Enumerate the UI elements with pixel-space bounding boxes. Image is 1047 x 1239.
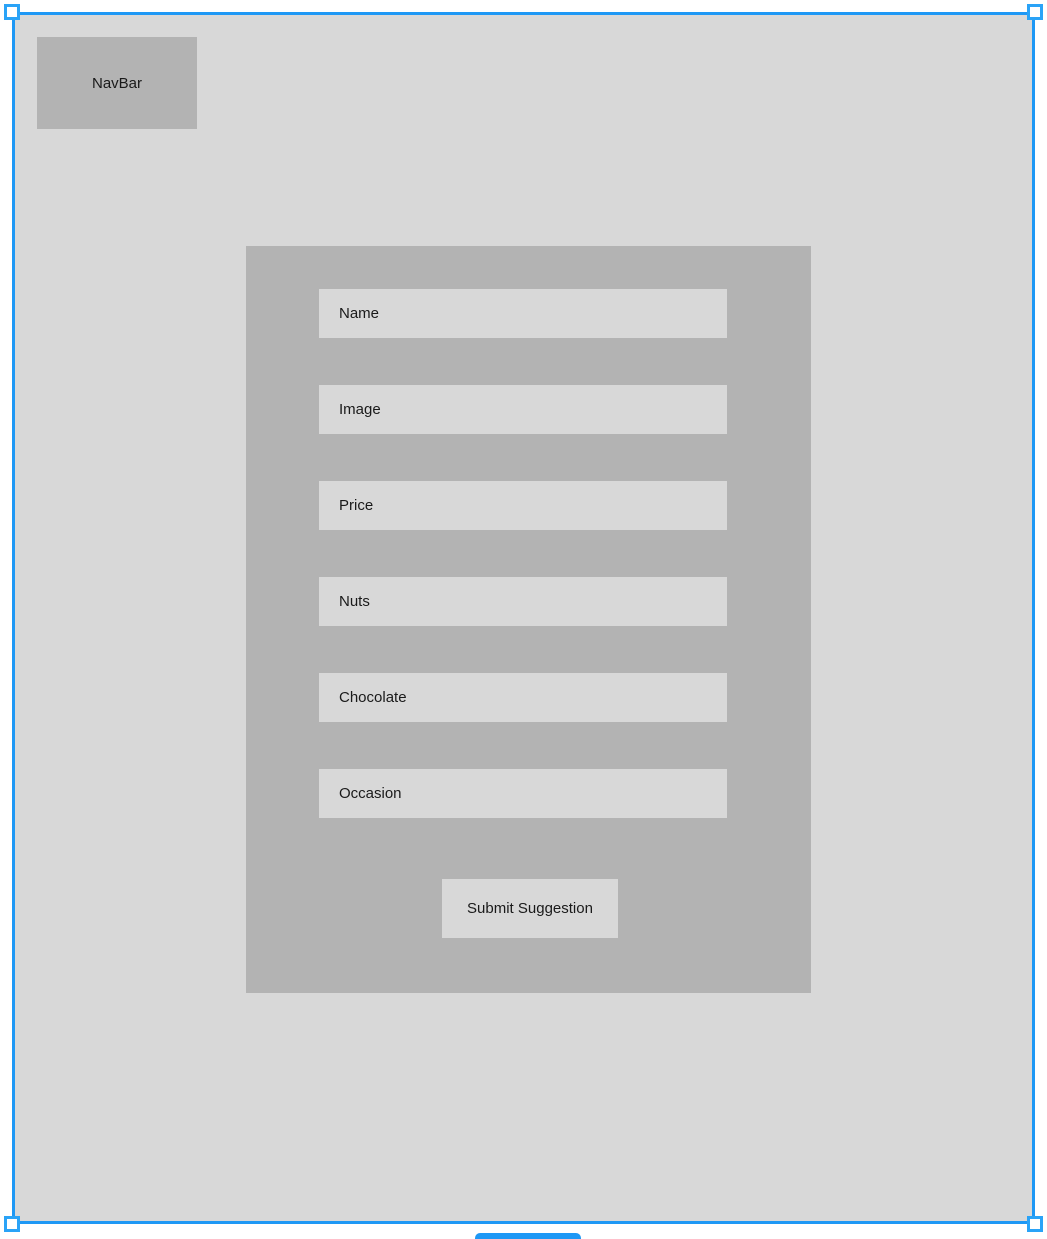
image-field[interactable]: Image bbox=[319, 385, 727, 434]
design-canvas: NavBar Name Image Price Nuts Chocolate O… bbox=[0, 0, 1047, 1239]
resize-handle-top-left[interactable] bbox=[4, 4, 20, 20]
submit-suggestion-button[interactable]: Submit Suggestion bbox=[442, 879, 618, 938]
resize-handle-bottom-left[interactable] bbox=[4, 1216, 20, 1232]
suggestion-form-card: Name Image Price Nuts Chocolate Occasion bbox=[246, 246, 811, 993]
image-field-label: Image bbox=[339, 401, 381, 418]
resize-handle-bottom-right[interactable] bbox=[1027, 1216, 1043, 1232]
navbar-label: NavBar bbox=[91, 74, 143, 92]
artboard-selection-frame[interactable]: NavBar Name Image Price Nuts Chocolate O… bbox=[12, 12, 1035, 1224]
name-field[interactable]: Name bbox=[319, 289, 727, 338]
price-field-label: Price bbox=[339, 497, 374, 514]
price-field[interactable]: Price bbox=[319, 481, 727, 530]
artboard-bottom-tab[interactable] bbox=[475, 1233, 581, 1239]
page-background: NavBar Name Image Price Nuts Chocolate O… bbox=[15, 15, 1032, 1221]
nuts-field[interactable]: Nuts bbox=[319, 577, 727, 626]
nuts-field-label: Nuts bbox=[339, 593, 370, 610]
chocolate-field[interactable]: Chocolate bbox=[319, 673, 727, 722]
occasion-field-label: Occasion bbox=[339, 785, 402, 802]
chocolate-field-label: Chocolate bbox=[339, 689, 407, 706]
occasion-field[interactable]: Occasion bbox=[319, 769, 727, 818]
resize-handle-top-right[interactable] bbox=[1027, 4, 1043, 20]
navbar-placeholder-block[interactable]: NavBar bbox=[37, 37, 197, 129]
name-field-label: Name bbox=[339, 305, 380, 322]
